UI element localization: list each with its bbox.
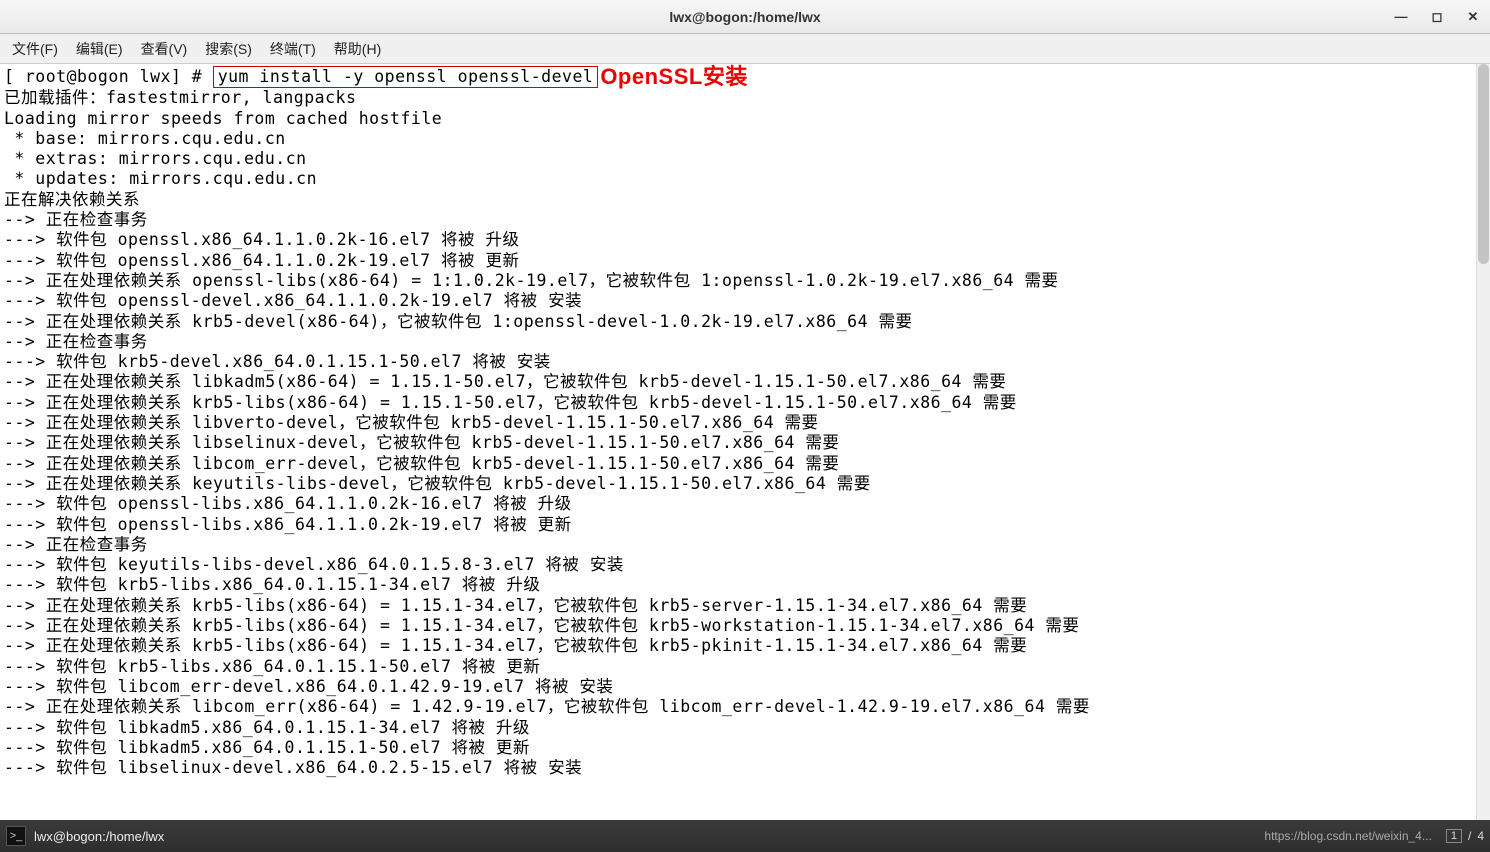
output-line: --> 正在处理依赖关系 libselinux-devel，它被软件包 krb5… [4, 433, 1486, 453]
output-line: ---> 软件包 libselinux-devel.x86_64.0.2.5-1… [4, 758, 1486, 778]
menubar: 文件(F) 编辑(E) 查看(V) 搜索(S) 终端(T) 帮助(H) [0, 34, 1490, 64]
output-line: ---> 软件包 openssl-libs.x86_64.1.1.0.2k-16… [4, 494, 1486, 514]
output-line: --> 正在处理依赖关系 krb5-libs(x86-64) = 1.15.1-… [4, 596, 1486, 616]
prompt-prefix: [ root@bogon lwx] # [4, 67, 213, 86]
window-title: lwx@bogon:/home/lwx [669, 9, 820, 25]
output-line: --> 正在处理依赖关系 libverto-devel，它被软件包 krb5-d… [4, 413, 1486, 433]
taskbar-right: https://blog.csdn.net/weixin_4... 1 / 4 [1264, 829, 1484, 843]
annotation-label: OpenSSL安装 [600, 67, 748, 87]
taskbar-app-label[interactable]: lwx@bogon:/home/lwx [34, 829, 164, 844]
menu-help[interactable]: 帮助(H) [334, 39, 381, 59]
menu-search[interactable]: 搜索(S) [205, 39, 252, 59]
output-line: ---> 软件包 openssl-libs.x86_64.1.1.0.2k-19… [4, 515, 1486, 535]
highlighted-command: yum install -y openssl openssl-devel [213, 66, 599, 88]
menu-edit[interactable]: 编辑(E) [76, 39, 123, 59]
output-line: Loading mirror speeds from cached hostfi… [4, 109, 1486, 129]
output-line: --> 正在处理依赖关系 keyutils-libs-devel，它被软件包 k… [4, 474, 1486, 494]
watermark-text: https://blog.csdn.net/weixin_4... [1264, 829, 1431, 843]
taskbar: >_ lwx@bogon:/home/lwx https://blog.csdn… [0, 820, 1490, 852]
output-line: ---> 软件包 openssl-devel.x86_64.1.1.0.2k-1… [4, 291, 1486, 311]
scrollbar-track[interactable] [1476, 64, 1490, 820]
output-line: --> 正在处理依赖关系 libcom_err(x86-64) = 1.42.9… [4, 697, 1486, 717]
output-line: --> 正在检查事务 [4, 210, 1486, 230]
menu-file[interactable]: 文件(F) [12, 39, 58, 59]
output-line: ---> 软件包 krb5-libs.x86_64.0.1.15.1-34.el… [4, 575, 1486, 595]
maximize-button[interactable]: ◻ [1428, 8, 1446, 26]
menu-view[interactable]: 查看(V) [141, 39, 188, 59]
titlebar[interactable]: lwx@bogon:/home/lwx — ◻ ✕ [0, 0, 1490, 34]
output-line: --> 正在处理依赖关系 openssl-libs(x86-64) = 1:1.… [4, 271, 1486, 291]
terminal-area[interactable]: [ root@bogon lwx] # yum install -y opens… [0, 64, 1490, 820]
scrollbar-thumb[interactable] [1478, 64, 1489, 264]
terminal-icon[interactable]: >_ [6, 826, 26, 846]
output-line: --> 正在处理依赖关系 krb5-devel(x86-64)，它被软件包 1:… [4, 312, 1486, 332]
terminal-output: 已加载插件：fastestmirror, langpacksLoading mi… [4, 88, 1486, 778]
workspace-current: 1 [1446, 829, 1462, 843]
output-line: ---> 软件包 krb5-libs.x86_64.0.1.15.1-50.el… [4, 657, 1486, 677]
output-line: ---> 软件包 libkadm5.x86_64.0.1.15.1-50.el7… [4, 738, 1486, 758]
output-line: ---> 软件包 openssl.x86_64.1.1.0.2k-19.el7 … [4, 251, 1486, 271]
output-line: ---> 软件包 openssl.x86_64.1.1.0.2k-16.el7 … [4, 230, 1486, 250]
output-line: 已加载插件：fastestmirror, langpacks [4, 88, 1486, 108]
output-line: * extras: mirrors.cqu.edu.cn [4, 149, 1486, 169]
workspace-indicator[interactable]: 1 / 4 [1446, 829, 1484, 843]
window-controls: — ◻ ✕ [1392, 0, 1482, 33]
output-line: --> 正在检查事务 [4, 535, 1486, 555]
output-line: ---> 软件包 keyutils-libs-devel.x86_64.0.1.… [4, 555, 1486, 575]
menu-terminal[interactable]: 终端(T) [270, 39, 316, 59]
workspace-sep: / [1468, 829, 1471, 843]
output-line: --> 正在处理依赖关系 krb5-libs(x86-64) = 1.15.1-… [4, 636, 1486, 656]
output-line: * base: mirrors.cqu.edu.cn [4, 129, 1486, 149]
output-line: --> 正在检查事务 [4, 332, 1486, 352]
close-button[interactable]: ✕ [1464, 8, 1482, 26]
output-line: * updates: mirrors.cqu.edu.cn [4, 169, 1486, 189]
output-line: --> 正在处理依赖关系 libkadm5(x86-64) = 1.15.1-5… [4, 372, 1486, 392]
output-line: --> 正在处理依赖关系 krb5-libs(x86-64) = 1.15.1-… [4, 393, 1486, 413]
output-line: --> 正在处理依赖关系 krb5-libs(x86-64) = 1.15.1-… [4, 616, 1486, 636]
output-line: ---> 软件包 libcom_err-devel.x86_64.0.1.42.… [4, 677, 1486, 697]
output-line: ---> 软件包 krb5-devel.x86_64.0.1.15.1-50.e… [4, 352, 1486, 372]
minimize-button[interactable]: — [1392, 8, 1410, 26]
output-line: --> 正在处理依赖关系 libcom_err-devel，它被软件包 krb5… [4, 454, 1486, 474]
workspace-total: 4 [1477, 829, 1484, 843]
prompt-line: [ root@bogon lwx] # yum install -y opens… [4, 66, 1486, 88]
output-line: ---> 软件包 libkadm5.x86_64.0.1.15.1-34.el7… [4, 718, 1486, 738]
taskbar-left: >_ lwx@bogon:/home/lwx [6, 826, 164, 846]
output-line: 正在解决依赖关系 [4, 190, 1486, 210]
terminal-window: lwx@bogon:/home/lwx — ◻ ✕ 文件(F) 编辑(E) 查看… [0, 0, 1490, 852]
